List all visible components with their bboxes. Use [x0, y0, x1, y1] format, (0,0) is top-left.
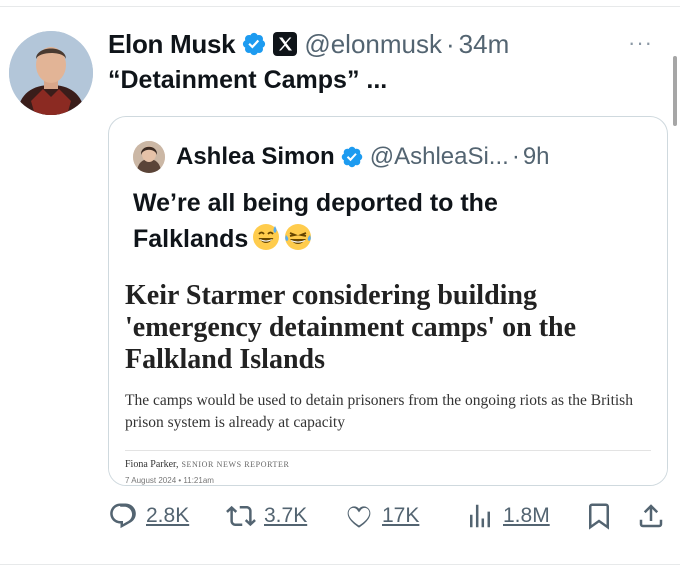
- article-standfirst: The camps would be used to detain prison…: [125, 392, 633, 431]
- verified-badge-icon: [341, 146, 362, 168]
- top-divider: [0, 6, 680, 7]
- share-icon: [639, 504, 663, 528]
- article-date: 7 August 2024 • 11:21am: [125, 476, 214, 485]
- sweat-smile-emoji: [253, 224, 280, 250]
- author-avatar[interactable]: [9, 31, 93, 115]
- author-handle[interactable]: @elonmusk: [304, 29, 442, 60]
- reply-count[interactable]: 2.8K: [146, 504, 189, 528]
- like-count[interactable]: 17K: [382, 504, 419, 528]
- quoted-tweet-text-block: We’re all being deported to the Falkland…: [133, 185, 593, 257]
- quoted-tweet-header: Ashlea Simon @AshleaSi... · 9h: [133, 141, 550, 173]
- tweet-timestamp[interactable]: 34m: [459, 29, 510, 60]
- quoted-tweet-card[interactable]: Ashlea Simon @AshleaSi... · 9h We’re all…: [108, 116, 668, 486]
- article-headline: Keir Starmer considering building 'emerg…: [125, 280, 577, 375]
- reply-button[interactable]: 2.8K: [108, 499, 189, 533]
- views-button[interactable]: 1.8M: [465, 499, 550, 533]
- views-count[interactable]: 1.8M: [503, 504, 550, 528]
- quoted-author-handle[interactable]: @AshleaSi...: [370, 143, 509, 171]
- like-button[interactable]: 17K: [344, 499, 419, 533]
- article-byline: Fiona Parker, SENIOR NEWS REPORTER: [125, 459, 289, 470]
- x-affiliate-badge-icon: [273, 32, 298, 56]
- views-analytics-icon: [470, 504, 490, 528]
- share-button[interactable]: [636, 499, 666, 533]
- repost-button[interactable]: 3.7K: [226, 499, 307, 533]
- reply-icon: [110, 503, 136, 529]
- quoted-tweet-timestamp[interactable]: 9h: [523, 143, 550, 171]
- heart-icon: [347, 506, 371, 528]
- bookmark-button[interactable]: [584, 499, 614, 533]
- author-name[interactable]: Elon Musk: [108, 29, 236, 60]
- quoted-author-name[interactable]: Ashlea Simon: [176, 143, 335, 171]
- repost-count[interactable]: 3.7K: [264, 504, 307, 528]
- more-options-icon[interactable]: ···: [628, 30, 653, 56]
- quoted-author-avatar[interactable]: [133, 141, 165, 173]
- tweet-actions-bar: 2.8K 3.7K 17K 1.8M: [108, 499, 668, 533]
- byline-role: SENIOR NEWS REPORTER: [181, 460, 290, 469]
- byline-name: Fiona Parker,: [125, 459, 179, 470]
- quoted-header-separator: ·: [511, 143, 520, 170]
- scrollbar[interactable]: [673, 56, 677, 126]
- bottom-divider: [0, 564, 680, 565]
- header-separator: ·: [446, 28, 455, 59]
- bookmark-icon: [589, 503, 609, 530]
- tweet-text: “Detainment Camps” ...: [108, 66, 388, 94]
- quoted-tweet-text: We’re all being deported to the Falkland…: [133, 189, 498, 253]
- repost-icon: [226, 505, 256, 527]
- verified-badge-icon: [243, 32, 266, 56]
- article-divider: [125, 450, 651, 451]
- joy-emoji: [285, 224, 312, 250]
- tweet-header: Elon Musk @elonmusk · 34m: [108, 27, 509, 61]
- article-screenshot[interactable]: Keir Starmer considering building 'emerg…: [109, 272, 667, 485]
